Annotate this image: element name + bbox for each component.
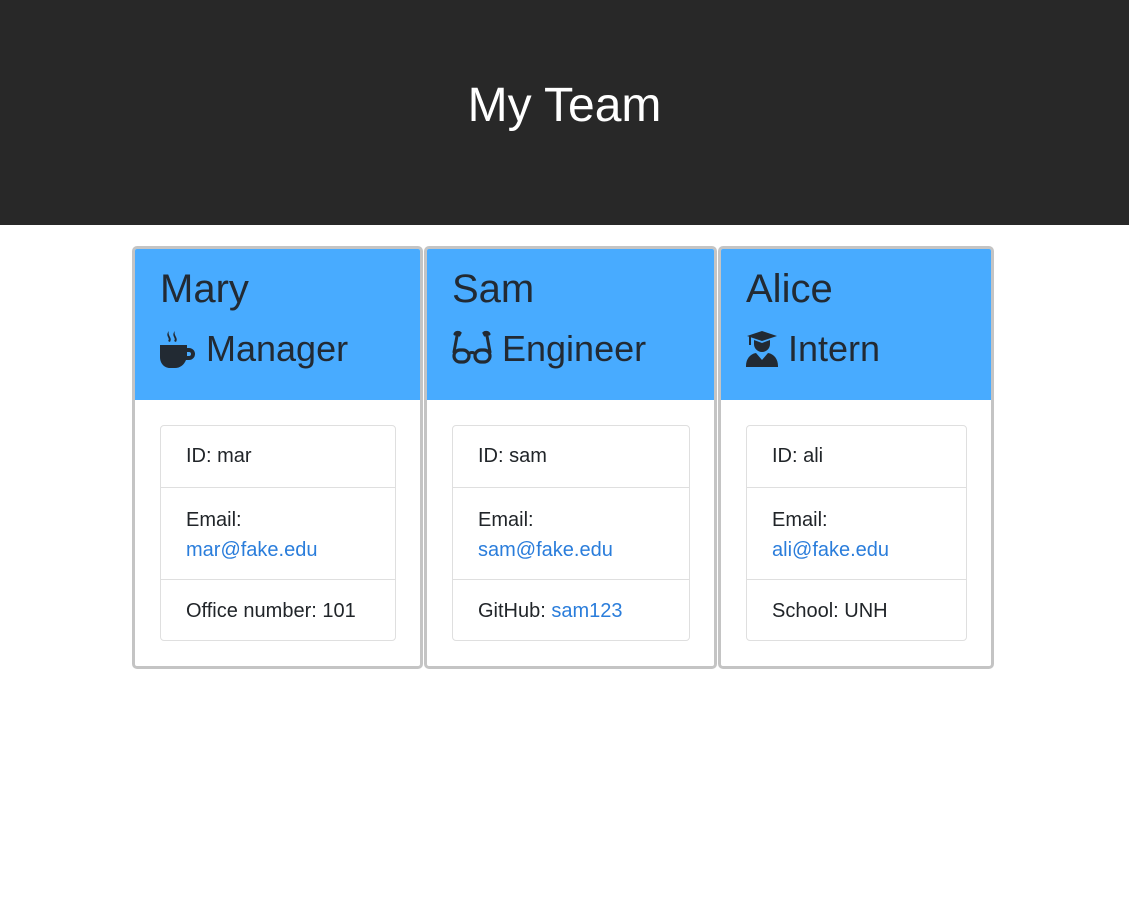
role-label: Engineer [502, 328, 647, 369]
info-list: ID: sam Email: sam@fake.edu GitHub: sam1… [452, 425, 690, 641]
graduate-icon [746, 330, 778, 368]
page-header: My Team [0, 0, 1129, 225]
glasses-icon [452, 330, 492, 368]
team-cards: Mary Manager ID: mar Email: mar@fake.edu [0, 225, 1129, 900]
id-item: ID: sam [478, 445, 547, 467]
email-item: Email: sam@fake.edu [453, 487, 689, 579]
office-number-item: Office number: 101 [161, 579, 395, 640]
employee-card-alice: Alice Intern ID: ali Email: ali@fake.edu… [718, 246, 994, 669]
email-link[interactable]: ali@fake.edu [772, 539, 889, 561]
email-item: Email: mar@fake.edu [161, 487, 395, 579]
employee-role: Engineer [452, 329, 714, 369]
card-header: Sam Engineer [427, 249, 714, 400]
card-body: ID: sam Email: sam@fake.edu GitHub: sam1… [427, 400, 714, 641]
employee-card-mary: Mary Manager ID: mar Email: mar@fake.edu [132, 246, 423, 669]
github-link[interactable]: sam123 [551, 600, 622, 622]
card-header: Mary Manager [135, 249, 420, 400]
employee-name: Mary [160, 267, 249, 311]
info-list: ID: ali Email: ali@fake.edu School: UNH [746, 425, 967, 641]
role-label: Intern [788, 328, 881, 369]
email-label: Email: [478, 509, 534, 531]
id-item: ID: mar [186, 445, 252, 467]
employee-name: Alice [746, 267, 833, 311]
employee-name: Sam [452, 267, 535, 311]
card-body: ID: ali Email: ali@fake.edu School: UNH [721, 400, 991, 641]
id-item: ID: ali [772, 445, 824, 467]
email-link[interactable]: mar@fake.edu [186, 539, 317, 561]
card-header: Alice Intern [721, 249, 991, 400]
role-label: Manager [206, 328, 349, 369]
card-body: ID: mar Email: mar@fake.edu Office numbe… [135, 400, 420, 641]
email-label: Email: [772, 509, 828, 531]
email-link[interactable]: sam@fake.edu [478, 539, 613, 561]
coffee-mug-icon [160, 330, 196, 368]
page-title: My Team [467, 78, 662, 132]
github-label: GitHub: [478, 600, 552, 622]
email-label: Email: [186, 509, 242, 531]
info-list: ID: mar Email: mar@fake.edu Office numbe… [160, 425, 396, 641]
employee-role: Manager [160, 329, 420, 369]
email-item: Email: ali@fake.edu [747, 487, 966, 579]
github-item: GitHub: sam123 [453, 579, 689, 640]
school-item: School: UNH [747, 579, 966, 640]
employee-role: Intern [746, 329, 991, 369]
employee-card-sam: Sam Engineer ID: sam Email: sam@fake.edu… [424, 246, 717, 669]
